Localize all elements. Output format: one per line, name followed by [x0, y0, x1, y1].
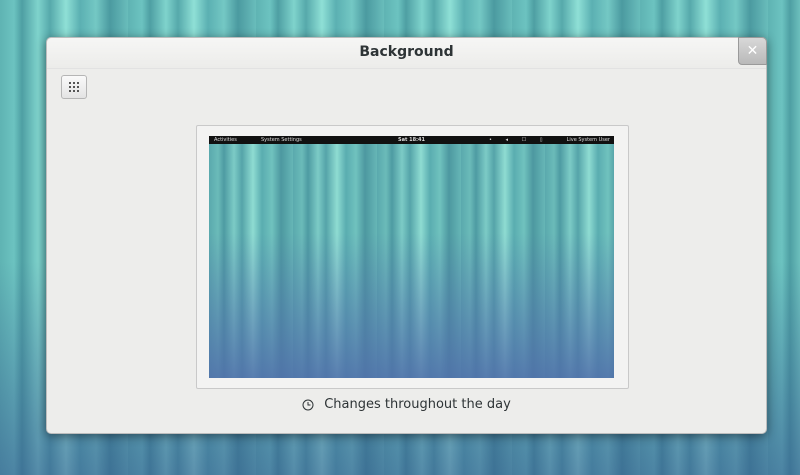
- wallpaper-preview[interactable]: Activities System Settings Sat 18:41 • ◂…: [209, 136, 614, 378]
- preview-clock: Sat 18:41: [397, 137, 426, 143]
- background-dialog: Background ✕ Activities System Settings …: [46, 37, 767, 434]
- preview-status-icons: • ◂ ☐ ▯: [489, 137, 549, 143]
- grid-icon: [69, 82, 79, 92]
- preview-user-menu: Live System User: [566, 137, 610, 143]
- window-title: Background: [359, 44, 454, 60]
- wallpaper-caption: Changes throughout the day: [47, 397, 766, 412]
- view-grid-button[interactable]: [61, 75, 87, 99]
- preview-top-bar: Activities System Settings Sat 18:41 • ◂…: [209, 136, 614, 144]
- titlebar: Background ✕: [47, 37, 767, 69]
- close-icon: ✕: [746, 43, 759, 59]
- caption-text: Changes throughout the day: [324, 397, 511, 412]
- wallpaper-preview-frame: Activities System Settings Sat 18:41 • ◂…: [196, 125, 629, 389]
- close-button[interactable]: ✕: [738, 37, 767, 65]
- clock-icon: [302, 399, 314, 410]
